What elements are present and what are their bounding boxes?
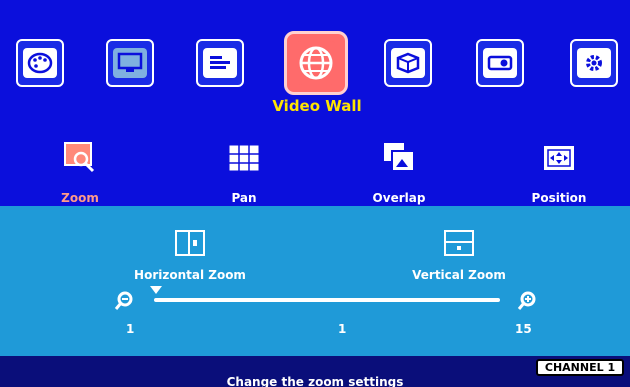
menu-item-bars[interactable] [196,39,244,87]
gear-icon [577,48,611,78]
vertical-zoom-label: Vertical Zoom [412,268,506,282]
submenu-item-zoom[interactable]: Zoom [30,141,130,205]
zoom-out-icon[interactable] [113,290,135,312]
menu-item-projector[interactable] [476,39,524,87]
submenu-item-pan[interactable]: Pan [194,141,294,205]
slider-thumb[interactable] [150,286,162,294]
submenu-label-overlap: Overlap [372,191,426,205]
horizontal-zoom-label: Horizontal Zoom [134,268,246,282]
palette-icon [23,48,57,78]
cube-icon [391,48,425,78]
menu-item-palette[interactable] [16,39,64,87]
slider-min-label: 1 [126,322,135,336]
position-icon [542,141,576,175]
menu-item-monitor[interactable] [106,39,154,87]
zoom-slider-track[interactable] [154,298,500,302]
channel-badge: CHANNEL 1 [536,359,624,376]
submenu-item-overlap[interactable]: Overlap [349,141,449,205]
submenu-label-position: Position [531,191,587,205]
horizontal-zoom-option[interactable]: Horizontal Zoom [105,230,275,282]
pan-grid-icon [227,141,261,175]
status-hint: Change the zoom settings [226,375,404,387]
overlap-icon [382,141,416,175]
zoom-in-icon[interactable] [516,290,538,312]
submenu-item-position[interactable]: Position [509,141,609,205]
horizontal-zoom-icon [175,230,205,256]
vertical-zoom-icon [444,230,474,256]
projector-icon [483,48,517,78]
submenu-label-pan: Pan [231,191,257,205]
vertical-zoom-option[interactable]: Vertical Zoom [374,230,544,282]
globe-icon [294,41,338,85]
slider-max-label: 15 [515,322,532,336]
bars-icon [203,48,237,78]
menu-item-settings[interactable] [570,39,618,87]
section-title: Video Wall [272,97,362,115]
menu-item-video-wall[interactable] [284,31,348,95]
zoom-icon [63,141,97,175]
monitor-icon [113,48,147,78]
menu-item-cube[interactable] [384,39,432,87]
slider-value-label: 1 [338,322,347,336]
submenu-label-zoom: Zoom [61,191,99,205]
